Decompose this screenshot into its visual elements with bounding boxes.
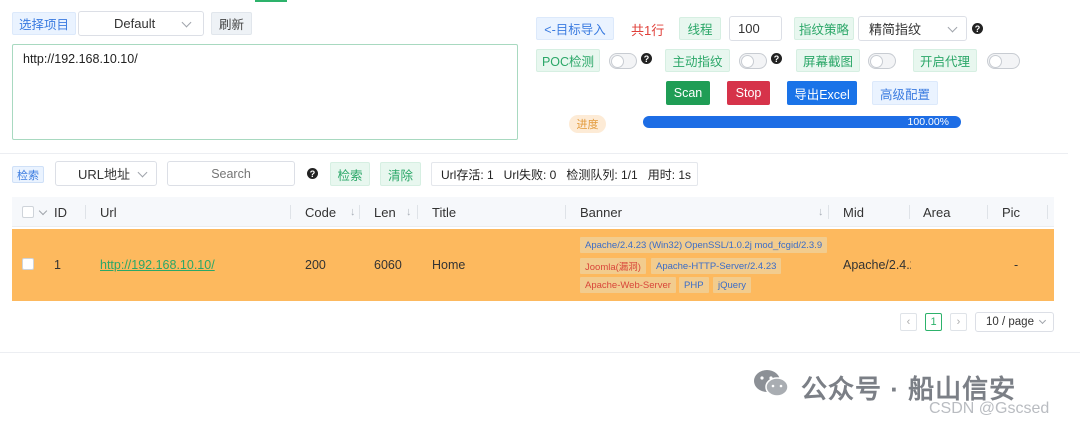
threads-input[interactable]: 100 [729, 16, 782, 41]
line-count: 共1行 [631, 23, 665, 38]
cell-title: Home [432, 258, 466, 272]
page-size-value: 10 / page [986, 316, 1034, 328]
cell-id: 1 [54, 258, 61, 272]
next-page-button[interactable]: › [950, 313, 967, 331]
chevron-down-icon [1038, 316, 1047, 325]
col-mid: Mid [843, 204, 864, 220]
advanced-config-button[interactable]: 高级配置 [872, 81, 938, 105]
sort-icon[interactable]: ↓ [818, 197, 824, 227]
search-field-select[interactable]: URL地址 [55, 161, 157, 186]
csdn-watermark: CSDN @Gscsed [929, 400, 1050, 417]
progress-text: 100.00% [907, 116, 949, 128]
cell-mid: Apache/2.4.2: [843, 258, 911, 272]
search-button[interactable]: 检索 [330, 162, 370, 186]
scan-stats: Url存活: 1 Url失败: 0 检测队列: 1/1 用时: 1s [431, 162, 698, 186]
poc-detect-label: POC检测 [536, 49, 600, 72]
table-row[interactable]: 1 http://192.168.10.10/ 200 6060 Home Ap… [12, 229, 1054, 301]
targets-textarea[interactable]: http://192.168.10.10/ [12, 44, 518, 140]
fingerprint-strategy-select[interactable]: 精简指纹 [858, 16, 967, 41]
col-banner: Banner [580, 204, 622, 220]
page-size-select[interactable]: 10 / page [975, 312, 1054, 332]
banner-tag: Apache/2.4.23 (Win32) OpenSSL/1.0.2j mod… [580, 237, 828, 253]
help-icon[interactable]: ? [972, 23, 983, 34]
cell-len: 6060 [374, 258, 402, 272]
import-targets-button[interactable]: <-目标导入 [536, 17, 614, 40]
progress-label: 进度 [569, 115, 606, 133]
cell-pic: - [1014, 258, 1019, 272]
cell-url-link[interactable]: http://192.168.10.10/ [100, 258, 215, 272]
sort-icon[interactable]: ↓ [406, 197, 412, 227]
active-fingerprint-label: 主动指纹 [665, 49, 730, 72]
proxy-toggle[interactable] [987, 53, 1020, 69]
proxy-label: 开启代理 [913, 49, 977, 72]
help-icon[interactable]: ? [771, 53, 782, 64]
stop-button[interactable]: Stop [727, 81, 770, 105]
active-fingerprint-toggle[interactable] [739, 53, 767, 69]
table-header: ID Url Code ↓ Len ↓ Title Banner ↓ Mid A… [12, 197, 1054, 227]
refresh-button[interactable]: 刷新 [211, 12, 252, 35]
row-checkbox[interactable] [22, 258, 34, 270]
help-icon[interactable]: ? [641, 53, 652, 64]
search-input[interactable] [167, 161, 295, 186]
clear-button[interactable]: 清除 [380, 162, 421, 186]
col-title: Title [432, 204, 457, 220]
chevron-down-icon [181, 17, 192, 27]
banner-tag: jQuery [713, 277, 751, 293]
banner-tag: PHP [679, 277, 709, 293]
col-url: Url [100, 204, 117, 220]
col-code[interactable]: Code [305, 197, 336, 227]
progress-bar: 100.00% [643, 116, 961, 128]
col-area: Area [923, 204, 951, 220]
col-pic: Pic [1002, 204, 1021, 220]
project-select-value: Default [114, 16, 156, 31]
screenshot-label: 屏幕截图 [796, 49, 860, 72]
sort-icon[interactable]: ↓ [350, 197, 356, 227]
scan-button[interactable]: Scan [666, 81, 710, 105]
cell-code: 200 [305, 258, 326, 272]
prev-page-button[interactable]: ‹ [900, 313, 917, 331]
active-tab-indicator [255, 0, 287, 2]
threads-label: 线程 [679, 17, 721, 40]
search-field-value: URL地址 [78, 167, 131, 182]
export-excel-button[interactable]: 导出Excel [787, 81, 857, 105]
help-icon[interactable]: ? [307, 168, 318, 179]
banner-tag: Joomla(漏洞) [580, 258, 646, 274]
banner-tag: Apache-HTTP-Server/2.4.23 [651, 258, 782, 274]
chevron-down-icon[interactable] [38, 206, 48, 215]
fingerprint-strategy-label: 指纹策略 [794, 17, 854, 40]
project-select[interactable]: Default [78, 11, 204, 36]
page-1-button[interactable]: 1 [925, 313, 942, 331]
col-id: ID [54, 204, 67, 220]
poc-toggle[interactable] [609, 53, 637, 69]
select-project-button[interactable]: 选择项目 [12, 12, 76, 35]
screenshot-toggle[interactable] [868, 53, 896, 69]
banner-tag: Apache-Web-Server [580, 277, 676, 293]
fingerprint-strategy-value: 精简指纹 [869, 22, 922, 37]
chevron-down-icon [137, 167, 148, 177]
wechat-icon [754, 370, 789, 397]
divider [0, 352, 1080, 353]
select-all-checkbox[interactable] [22, 206, 34, 218]
chevron-down-icon [947, 22, 958, 32]
search-tag: 检索 [12, 166, 44, 183]
col-len[interactable]: Len [374, 197, 396, 227]
